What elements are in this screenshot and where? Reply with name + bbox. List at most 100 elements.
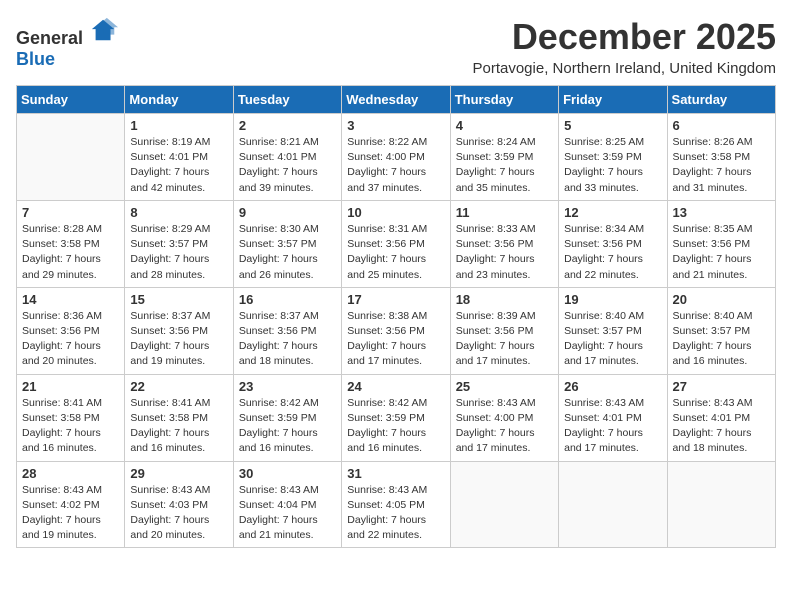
day-info: Sunrise: 8:43 AM Sunset: 4:03 PM Dayligh… [130, 483, 227, 544]
day-number: 6 [673, 118, 770, 133]
day-info: Sunrise: 8:24 AM Sunset: 3:59 PM Dayligh… [456, 135, 553, 196]
weekday-header: Friday [559, 86, 667, 114]
calendar-cell: 2 Sunrise: 8:21 AM Sunset: 4:01 PM Daylig… [233, 114, 341, 201]
calendar-cell: 27 Sunrise: 8:43 AM Sunset: 4:01 PM Dayli… [667, 374, 775, 461]
day-info: Sunrise: 8:21 AM Sunset: 4:01 PM Dayligh… [239, 135, 336, 196]
calendar-cell: 16 Sunrise: 8:37 AM Sunset: 3:56 PM Dayli… [233, 287, 341, 374]
calendar-cell: 9Sunrise: 8:30 AM Sunset: 3:57 PM Daylig… [233, 200, 341, 287]
day-number: 2 [239, 118, 336, 133]
calendar-week-row: 7 Sunrise: 8:28 AM Sunset: 3:58 PM Daylig… [17, 200, 776, 287]
calendar-cell: 28Sunrise: 8:43 AM Sunset: 4:02 PM Dayli… [17, 461, 125, 548]
calendar-cell: 13 Sunrise: 8:35 AM Sunset: 3:56 PM Dayli… [667, 200, 775, 287]
calendar-cell: 10Sunrise: 8:31 AM Sunset: 3:56 PM Dayli… [342, 200, 450, 287]
calendar-cell: 8 Sunrise: 8:29 AM Sunset: 3:57 PM Daylig… [125, 200, 233, 287]
day-number: 7 [22, 205, 119, 220]
calendar-cell: 26Sunrise: 8:43 AM Sunset: 4:01 PM Dayli… [559, 374, 667, 461]
logo-text: General Blue [16, 16, 118, 70]
day-number: 30 [239, 466, 336, 481]
weekday-header: Saturday [667, 86, 775, 114]
day-info: Sunrise: 8:22 AM Sunset: 4:00 PM Dayligh… [347, 135, 444, 196]
calendar-cell [17, 114, 125, 201]
logo-general: General [16, 28, 83, 48]
day-number: 10 [347, 205, 444, 220]
calendar-cell: 22Sunrise: 8:41 AM Sunset: 3:58 PM Dayli… [125, 374, 233, 461]
day-number: 18 [456, 292, 553, 307]
day-info: Sunrise: 8:33 AM Sunset: 3:56 PM Dayligh… [456, 222, 553, 283]
day-info: Sunrise: 8:37 AM Sunset: 3:56 PM Dayligh… [239, 309, 336, 370]
weekday-header: Monday [125, 86, 233, 114]
calendar-week-row: 14 Sunrise: 8:36 AM Sunset: 3:56 PM Dayli… [17, 287, 776, 374]
day-number: 21 [22, 379, 119, 394]
calendar-cell: 31Sunrise: 8:43 AM Sunset: 4:05 PM Dayli… [342, 461, 450, 548]
calendar-cell: 29 Sunrise: 8:43 AM Sunset: 4:03 PM Dayli… [125, 461, 233, 548]
calendar-cell: 24Sunrise: 8:42 AM Sunset: 3:59 PM Dayli… [342, 374, 450, 461]
day-number: 12 [564, 205, 661, 220]
calendar-cell: 6 Sunrise: 8:26 AM Sunset: 3:58 PM Daylig… [667, 114, 775, 201]
day-number: 8 [130, 205, 227, 220]
calendar-cell [450, 461, 558, 548]
day-number: 11 [456, 205, 553, 220]
day-info: Sunrise: 8:25 AM Sunset: 3:59 PM Dayligh… [564, 135, 661, 196]
day-info: Sunrise: 8:40 AM Sunset: 3:57 PM Dayligh… [564, 309, 661, 370]
day-number: 16 [239, 292, 336, 307]
day-info: Sunrise: 8:39 AM Sunset: 3:56 PM Dayligh… [456, 309, 553, 370]
day-info: Sunrise: 8:43 AM Sunset: 4:00 PM Dayligh… [456, 396, 553, 457]
day-info: Sunrise: 8:29 AM Sunset: 3:57 PM Dayligh… [130, 222, 227, 283]
calendar-cell: 14 Sunrise: 8:36 AM Sunset: 3:56 PM Dayli… [17, 287, 125, 374]
calendar-cell: 15 Sunrise: 8:37 AM Sunset: 3:56 PM Dayli… [125, 287, 233, 374]
calendar-week-row: 28Sunrise: 8:43 AM Sunset: 4:02 PM Dayli… [17, 461, 776, 548]
day-number: 17 [347, 292, 444, 307]
day-info: Sunrise: 8:38 AM Sunset: 3:56 PM Dayligh… [347, 309, 444, 370]
day-number: 3 [347, 118, 444, 133]
day-number: 27 [673, 379, 770, 394]
title-block: December 2025 Portavogie, Northern Irela… [472, 16, 776, 77]
calendar-cell: 19 Sunrise: 8:40 AM Sunset: 3:57 PM Dayli… [559, 287, 667, 374]
weekday-header: Wednesday [342, 86, 450, 114]
location-subtitle: Portavogie, Northern Ireland, United Kin… [472, 60, 776, 77]
day-number: 15 [130, 292, 227, 307]
calendar: SundayMondayTuesdayWednesdayThursdayFrid… [16, 85, 776, 548]
day-info: Sunrise: 8:26 AM Sunset: 3:58 PM Dayligh… [673, 135, 770, 196]
day-info: Sunrise: 8:28 AM Sunset: 3:58 PM Dayligh… [22, 222, 119, 283]
day-info: Sunrise: 8:40 AM Sunset: 3:57 PM Dayligh… [673, 309, 770, 370]
day-number: 5 [564, 118, 661, 133]
calendar-cell: 25 Sunrise: 8:43 AM Sunset: 4:00 PM Dayli… [450, 374, 558, 461]
day-number: 25 [456, 379, 553, 394]
calendar-cell: 20Sunrise: 8:40 AM Sunset: 3:57 PM Dayli… [667, 287, 775, 374]
calendar-cell: 4Sunrise: 8:24 AM Sunset: 3:59 PM Daylig… [450, 114, 558, 201]
day-info: Sunrise: 8:42 AM Sunset: 3:59 PM Dayligh… [239, 396, 336, 457]
day-number: 22 [130, 379, 227, 394]
day-number: 1 [130, 118, 227, 133]
day-info: Sunrise: 8:43 AM Sunset: 4:04 PM Dayligh… [239, 483, 336, 544]
day-info: Sunrise: 8:37 AM Sunset: 3:56 PM Dayligh… [130, 309, 227, 370]
logo: General Blue [16, 16, 118, 70]
day-info: Sunrise: 8:36 AM Sunset: 3:56 PM Dayligh… [22, 309, 119, 370]
day-number: 29 [130, 466, 227, 481]
day-info: Sunrise: 8:41 AM Sunset: 3:58 PM Dayligh… [22, 396, 119, 457]
day-number: 9 [239, 205, 336, 220]
page-header: General Blue December 2025 Portavogie, N… [16, 16, 776, 77]
calendar-header-row: SundayMondayTuesdayWednesdayThursdayFrid… [17, 86, 776, 114]
calendar-cell: 12 Sunrise: 8:34 AM Sunset: 3:56 PM Dayli… [559, 200, 667, 287]
day-number: 26 [564, 379, 661, 394]
calendar-cell: 30 Sunrise: 8:43 AM Sunset: 4:04 PM Dayli… [233, 461, 341, 548]
calendar-cell: 17 Sunrise: 8:38 AM Sunset: 3:56 PM Dayli… [342, 287, 450, 374]
calendar-cell: 7 Sunrise: 8:28 AM Sunset: 3:58 PM Daylig… [17, 200, 125, 287]
day-info: Sunrise: 8:43 AM Sunset: 4:01 PM Dayligh… [673, 396, 770, 457]
calendar-cell: 18 Sunrise: 8:39 AM Sunset: 3:56 PM Dayli… [450, 287, 558, 374]
calendar-cell: 23Sunrise: 8:42 AM Sunset: 3:59 PM Dayli… [233, 374, 341, 461]
day-number: 13 [673, 205, 770, 220]
day-number: 19 [564, 292, 661, 307]
calendar-cell: 3 Sunrise: 8:22 AM Sunset: 4:00 PM Daylig… [342, 114, 450, 201]
weekday-header: Thursday [450, 86, 558, 114]
calendar-cell: 21 Sunrise: 8:41 AM Sunset: 3:58 PM Dayli… [17, 374, 125, 461]
calendar-body: 1 Sunrise: 8:19 AM Sunset: 4:01 PM Daylig… [17, 114, 776, 548]
day-number: 24 [347, 379, 444, 394]
day-info: Sunrise: 8:35 AM Sunset: 3:56 PM Dayligh… [673, 222, 770, 283]
day-info: Sunrise: 8:19 AM Sunset: 4:01 PM Dayligh… [130, 135, 227, 196]
day-number: 14 [22, 292, 119, 307]
weekday-header: Tuesday [233, 86, 341, 114]
month-title: December 2025 [472, 16, 776, 58]
logo-icon [90, 16, 118, 44]
day-info: Sunrise: 8:34 AM Sunset: 3:56 PM Dayligh… [564, 222, 661, 283]
